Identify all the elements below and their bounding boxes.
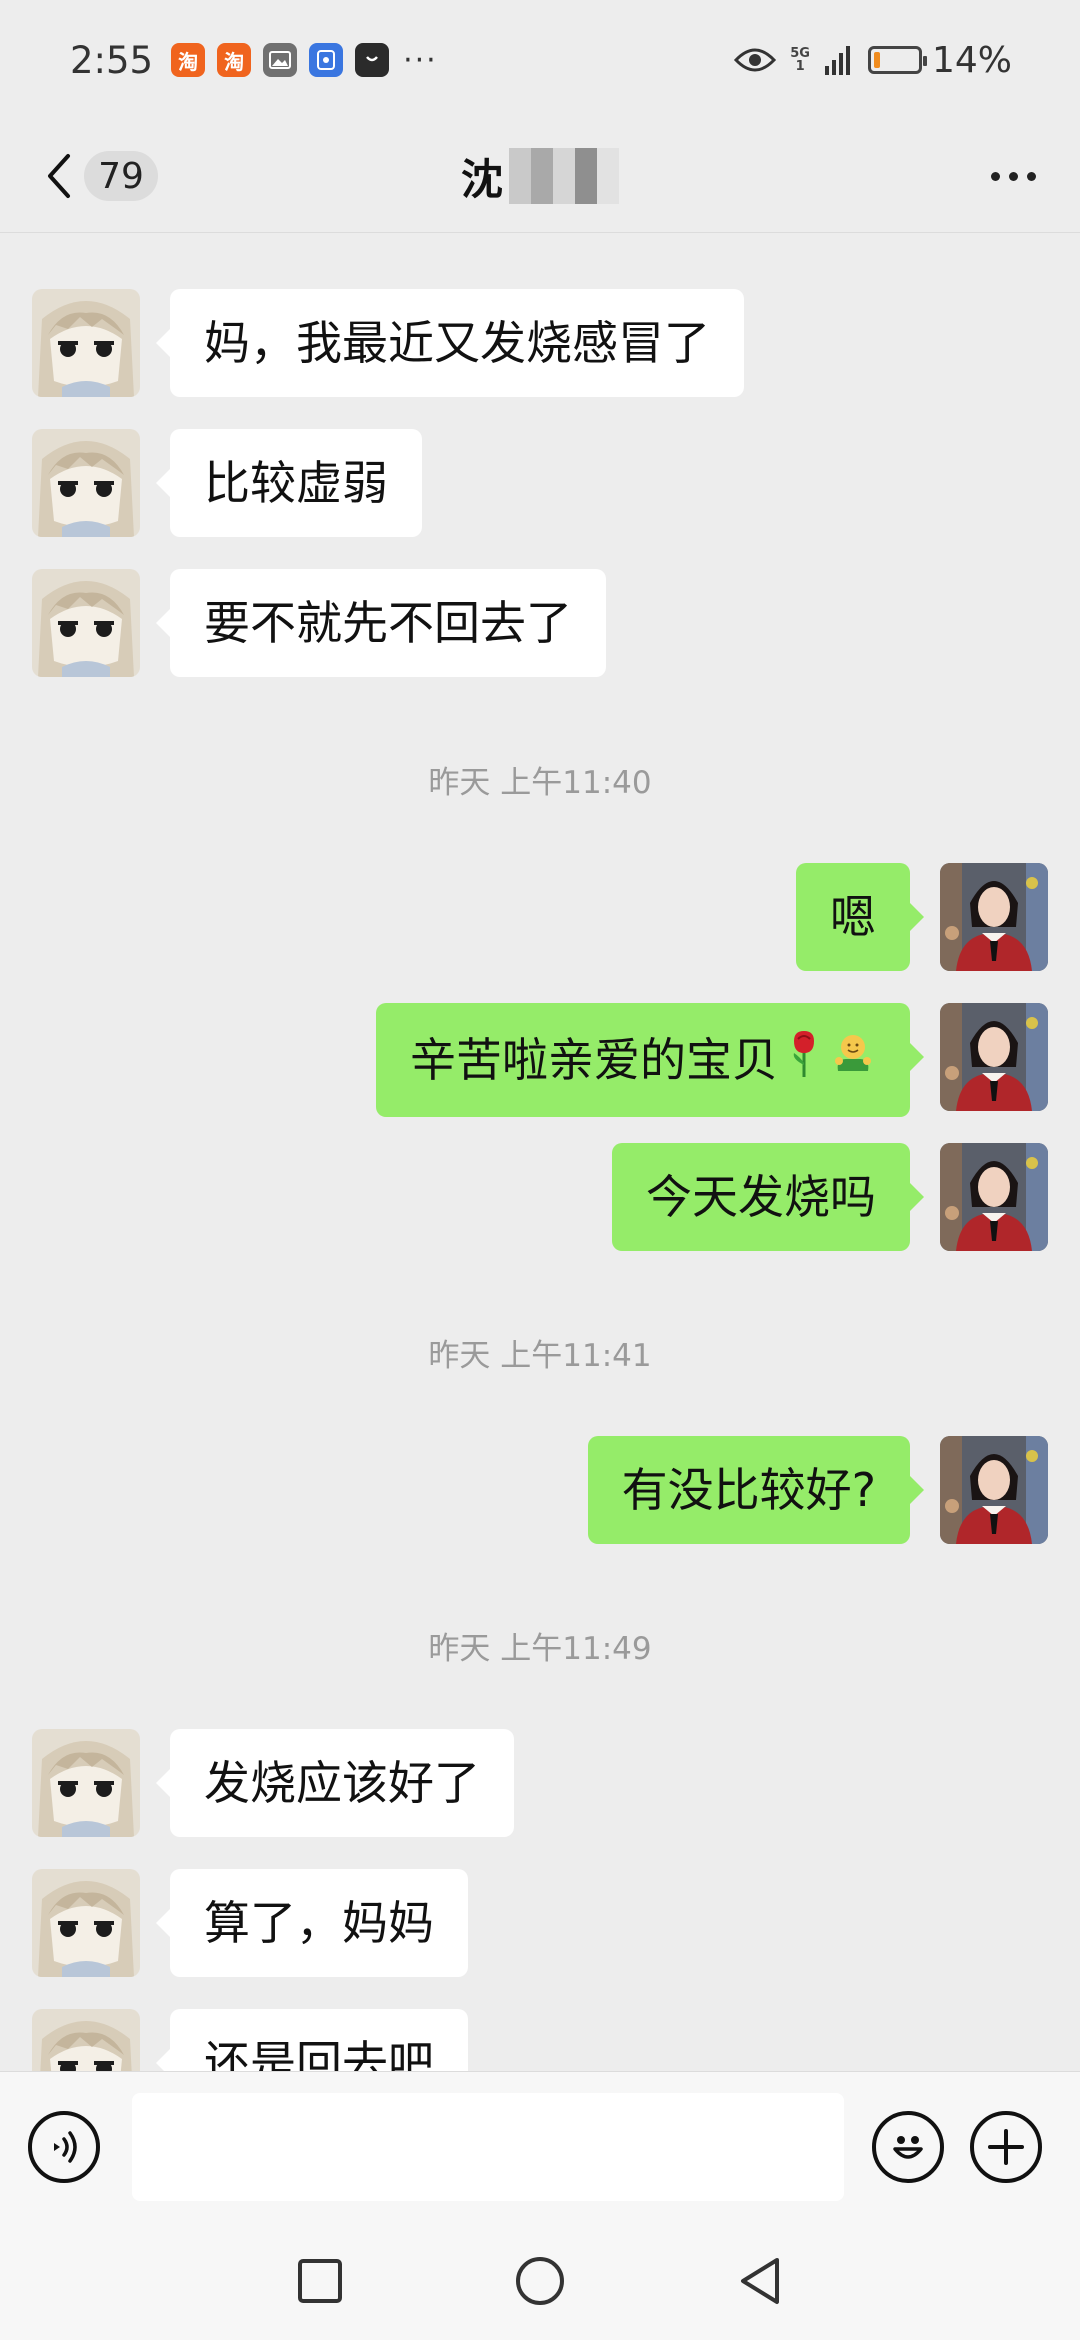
message-bubble[interactable]: 比较虚弱 — [156, 429, 422, 537]
battery-icon — [867, 46, 927, 74]
plus-icon — [988, 2128, 1024, 2165]
message-bubble[interactable]: 还是回去吧 — [156, 2009, 468, 2071]
eye-comfort-icon — [734, 48, 777, 72]
message-input[interactable] — [132, 2092, 844, 2201]
contact-avatar[interactable] — [32, 289, 140, 397]
hug-emoji — [830, 1031, 876, 1089]
message-timestamp: 昨天 上午11:49 — [428, 1631, 652, 1667]
signal-icon — [824, 46, 850, 75]
my-avatar[interactable] — [940, 1436, 1048, 1544]
chevron-left-icon — [48, 154, 70, 198]
shopping-bag-icon — [355, 43, 390, 77]
message-received: 要不就先不回去了 — [32, 569, 606, 677]
smiley-icon — [893, 2135, 923, 2159]
back-nav-button[interactable] — [730, 2251, 790, 2311]
message-bubble[interactable]: 妈，我最近又发烧感冒了 — [156, 289, 744, 397]
battery-indicator: 14% — [867, 39, 1012, 81]
voice-icon — [54, 2130, 77, 2163]
message-timestamp: 昨天 上午11:40 — [428, 765, 652, 801]
taobao-icon: 淘 — [171, 43, 206, 77]
message-bubble[interactable]: 要不就先不回去了 — [156, 569, 606, 677]
message-bubble[interactable]: 辛苦啦亲爱的宝贝 — [376, 1003, 924, 1117]
message-bubble[interactable]: 今天发烧吗 — [612, 1143, 924, 1251]
rose-emoji — [784, 1029, 824, 1091]
chat-title: 沈 — [0, 120, 1080, 232]
recent-apps-button[interactable] — [290, 2251, 350, 2311]
message-sent: 嗯 — [796, 863, 1048, 971]
my-avatar[interactable] — [940, 863, 1048, 971]
message-received: 算了，妈妈 — [32, 1869, 468, 1977]
message-bubble[interactable]: 有没比较好? — [587, 1436, 925, 1544]
message-bubble[interactable]: 发烧应该好了 — [156, 1729, 514, 1837]
taobao-icon: 淘 — [217, 43, 252, 77]
message-received: 还是回去吧 — [32, 2009, 468, 2071]
triangle-back-icon — [741, 2257, 779, 2304]
more-dot-icon — [991, 171, 1000, 181]
message-text: 辛苦啦亲爱的宝贝 — [410, 1033, 778, 1087]
add-attachment-button[interactable] — [970, 2110, 1042, 2183]
input-bar — [0, 2071, 1080, 2221]
more-dot-icon — [1009, 171, 1018, 181]
notification-icons: 淘 淘 — [171, 43, 390, 77]
contact-avatar[interactable] — [32, 569, 140, 677]
message-timestamp: 昨天 上午11:41 — [428, 1338, 652, 1374]
unread-count-badge: 79 — [84, 151, 158, 201]
gallery-icon — [263, 43, 298, 77]
message-received: 比较虚弱 — [32, 429, 422, 537]
back-button[interactable]: 79 — [44, 151, 158, 201]
message-sent: 今天发烧吗 — [612, 1143, 1048, 1251]
message-received: 妈，我最近又发烧感冒了 — [32, 289, 744, 397]
chat-header: 79 沈 — [0, 120, 1080, 232]
square-icon — [298, 2258, 342, 2303]
contact-avatar[interactable] — [32, 1729, 140, 1837]
status-time: 2:55 — [70, 38, 154, 82]
message-sent: 有没比较好? — [587, 1436, 1048, 1544]
name-redaction-mosaic — [509, 148, 619, 204]
message-received: 发烧应该好了 — [32, 1729, 514, 1837]
contact-avatar[interactable] — [32, 429, 140, 537]
more-dot-icon — [1027, 171, 1036, 181]
contact-name: 沈 — [460, 154, 503, 204]
security-icon — [309, 43, 344, 77]
voice-input-button[interactable] — [28, 2110, 100, 2183]
more-options-button[interactable] — [991, 171, 1036, 181]
status-bar: 2:55 淘 淘 ··· 5G 1 14% — [0, 0, 1080, 120]
contact-avatar[interactable] — [32, 2009, 140, 2071]
circle-icon — [516, 2256, 564, 2305]
more-notifications-icon: ··· — [403, 42, 438, 78]
network-type: 5G 1 — [790, 46, 810, 74]
message-bubble[interactable]: 算了，妈妈 — [156, 1869, 468, 1977]
emoji-button[interactable] — [872, 2110, 944, 2183]
message-sent: 辛苦啦亲爱的宝贝 — [376, 1003, 1048, 1117]
system-status: 5G 1 14% — [734, 40, 1012, 81]
message-bubble[interactable]: 嗯 — [796, 863, 924, 971]
my-avatar[interactable] — [940, 1143, 1048, 1251]
my-avatar[interactable] — [940, 1003, 1048, 1111]
message-list[interactable]: 妈，我最近又发烧感冒了 比较虚弱 要不就先不回去了 昨天 上午11:40 嗯 辛… — [0, 233, 1080, 2071]
contact-avatar[interactable] — [32, 1869, 140, 1977]
battery-percent: 14% — [931, 39, 1012, 81]
home-button[interactable] — [510, 2251, 570, 2311]
system-nav-bar — [0, 2221, 1080, 2340]
